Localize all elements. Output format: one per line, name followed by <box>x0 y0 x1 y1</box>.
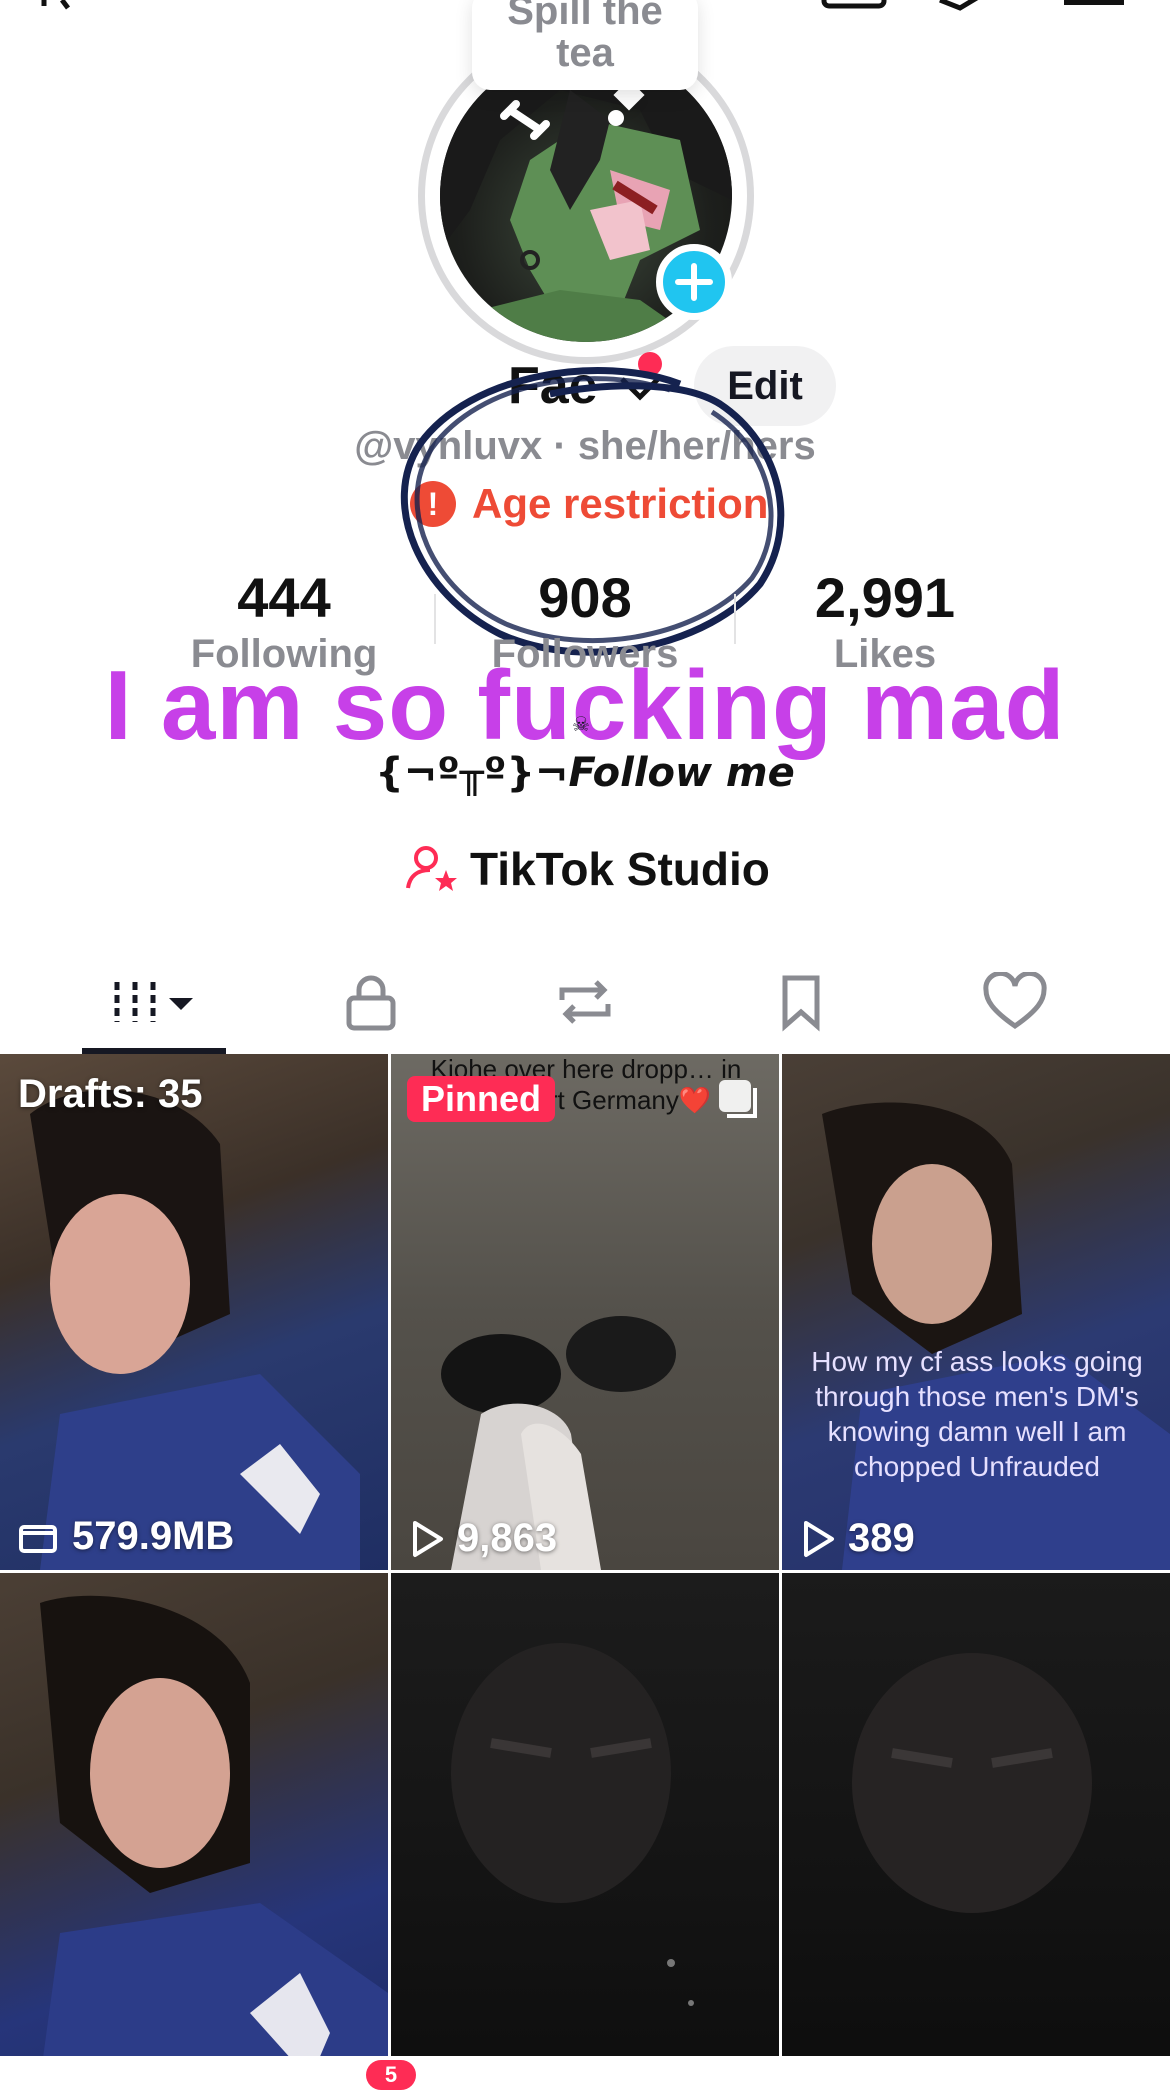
bio: {¬º╥º}¬Follow me <box>0 750 1170 796</box>
skull-emoji-icon: ☠ <box>572 714 590 736</box>
video-tile[interactable]: 273 <box>0 1573 388 2080</box>
thumbnail-art <box>822 1102 1170 1570</box>
tab-private[interactable] <box>286 952 456 1052</box>
play-icon <box>413 1520 443 1557</box>
tiktok-studio-label: TikTok Studio <box>470 843 770 895</box>
lock-icon <box>346 975 396 1031</box>
drafts-size-text: 579.9MB <box>72 1514 235 1558</box>
bio-italic: Follow me <box>568 750 795 796</box>
video-tile[interactable]: How my cf ass looks going through those … <box>782 1054 1170 1570</box>
repost-icon <box>559 980 611 1024</box>
top-left-icon[interactable] <box>38 0 98 14</box>
folder-icon <box>19 1524 57 1553</box>
profile-tabs <box>0 952 1170 1054</box>
inbox-badge-count: 5 <box>384 2062 398 2087</box>
thumbnail-art <box>441 1316 676 1570</box>
drafts-count: Drafts: 35 <box>18 1072 203 1116</box>
stat-likes-value: 2,991 <box>814 566 956 629</box>
pinned-badge: Pinned <box>407 1076 556 1122</box>
inbox-badge[interactable]: 5 <box>366 2060 416 2090</box>
stat-divider <box>434 594 436 644</box>
view-count: 389 <box>800 1516 915 1561</box>
bubble-line2: tea <box>556 31 614 75</box>
video-tile[interactable]: Kiohe over here dropp… in Frankfurt Germ… <box>391 1054 779 1570</box>
overlay-caption: I am so fucking mad <box>104 650 1066 760</box>
thumbnail-art <box>40 1595 388 2080</box>
bottom-nav: 5 <box>0 2056 1170 2090</box>
view-count: 9,863 <box>409 1516 557 1561</box>
drafts-tile[interactable]: Drafts: 35 579.9MB <box>0 1054 388 1570</box>
video-tile[interactable]: 334 <box>782 1573 1170 2080</box>
bubble-line1: Spill the <box>507 0 663 33</box>
tab-videos[interactable] <box>70 952 240 1052</box>
tab-reposts[interactable] <box>500 952 670 1052</box>
tab-liked[interactable] <box>930 952 1100 1052</box>
creator-star-icon <box>406 846 457 891</box>
grid-dropdown-icon <box>114 982 193 1022</box>
plus-icon <box>675 263 713 301</box>
video-grid: Drafts: 35 579.9MB Kiohe over here dropp… <box>0 1054 1170 2080</box>
top-right-icons[interactable] <box>820 0 1130 14</box>
video-overlay-caption: How my cf ass looks going through those … <box>811 1346 1143 1482</box>
view-count-text: 9,863 <box>457 1516 558 1560</box>
heart-icon <box>983 972 1047 1030</box>
tab-favorites[interactable] <box>716 952 886 1052</box>
thumbnail-art <box>30 1090 360 1570</box>
tiktok-studio-link[interactable]: TikTok Studio <box>406 842 770 896</box>
speech-bubble[interactable]: Spill the tea <box>472 0 698 90</box>
bio-prefix: {¬º╥º}¬ <box>375 750 569 796</box>
stat-divider <box>734 594 736 644</box>
thumbnail-art <box>451 1643 694 2006</box>
stat-following-value: 444 <box>237 566 331 629</box>
play-icon <box>804 1520 834 1557</box>
view-count-text: 389 <box>848 1516 915 1560</box>
video-tile[interactable]: 386 <box>391 1573 779 2080</box>
thumbnail-art <box>852 1653 1092 1913</box>
drafts-size: 579.9MB <box>18 1514 234 1559</box>
add-story-button[interactable] <box>656 244 732 320</box>
multi-clip-icon <box>719 1080 757 1118</box>
stat-followers-value: 908 <box>538 566 632 629</box>
bookmark-icon <box>782 975 820 1032</box>
